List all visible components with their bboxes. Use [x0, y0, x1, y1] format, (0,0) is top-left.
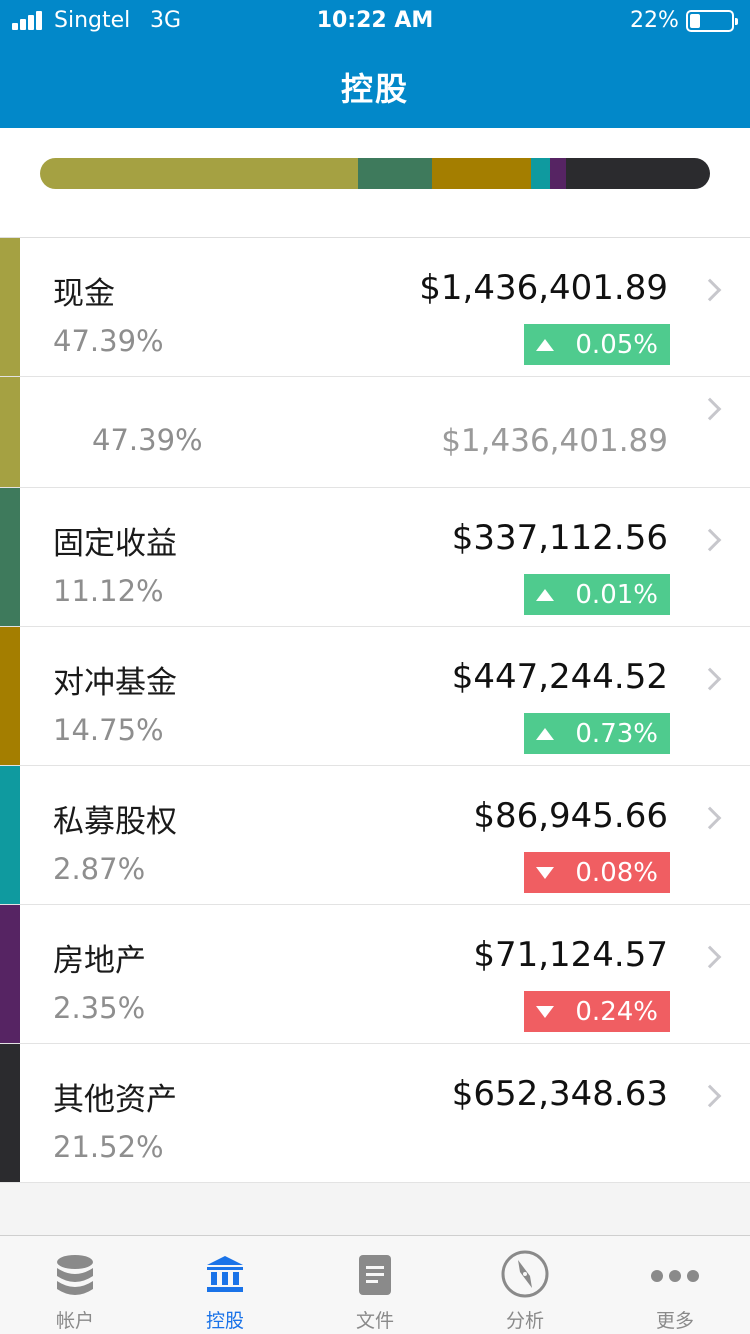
tab-bar: 帐户 控股 文件 分析 更多: [0, 1235, 750, 1334]
document-icon: [358, 1254, 392, 1300]
holding-amount: $1,436,401.89: [441, 423, 668, 459]
database-icon: [55, 1254, 95, 1302]
holding-percent: 2.87%: [53, 852, 146, 886]
holding-percent: 47.39%: [53, 324, 164, 358]
holding-name: 现金: [53, 276, 115, 312]
tab-compass[interactable]: 分析: [450, 1236, 600, 1334]
category-color-stripe: [0, 905, 20, 1043]
tab-label: 控股: [205, 1310, 244, 1332]
page-title: 控股: [340, 70, 409, 108]
triangle-up-icon: [536, 338, 554, 351]
app-header: Singtel 3G 10:22 AM 22% 控股: [0, 0, 750, 128]
holding-row[interactable]: 固定收益 11.12% $337,112.56 0.01%: [0, 488, 750, 627]
change-badge: 0.01%: [524, 574, 670, 615]
holding-amount: $1,436,401.89: [419, 268, 668, 308]
holding-amount: $71,124.57: [473, 935, 668, 975]
allocation-segment: [565, 158, 710, 189]
chevron-right-icon: [698, 528, 722, 552]
holding-row[interactable]: 现金 47.39% $1,436,401.89 0.05%: [0, 238, 750, 377]
holding-amount: $86,945.66: [473, 796, 668, 836]
holding-sub-row[interactable]: 47.39% $1,436,401.89: [0, 377, 750, 488]
category-color-stripe: [0, 627, 20, 765]
holding-row[interactable]: 其他资产 21.52% $652,348.63: [0, 1044, 750, 1183]
chevron-right-icon: [698, 1084, 722, 1108]
holding-percent: 14.75%: [53, 713, 164, 747]
allocation-section: [0, 128, 750, 238]
chevron-right-icon: [698, 667, 722, 691]
category-color-stripe: [0, 377, 20, 487]
change-value: 0.08%: [575, 857, 658, 888]
holding-row[interactable]: 私募股权 2.87% $86,945.66 0.08%: [0, 766, 750, 905]
allocation-bar: [40, 158, 710, 189]
holding-amount: $652,348.63: [451, 1074, 668, 1114]
holding-name: 对冲基金: [53, 665, 177, 701]
holding-percent: 21.52%: [53, 1130, 164, 1164]
change-badge: 0.08%: [524, 852, 670, 893]
triangle-up-icon: [536, 727, 554, 740]
holding-name: 其他资产: [53, 1082, 177, 1118]
change-value: 0.24%: [575, 996, 658, 1027]
change-value: 0.01%: [575, 579, 658, 610]
holding-name: 固定收益: [53, 526, 177, 562]
compass-icon: [501, 1250, 549, 1302]
change-badge: 0.73%: [524, 713, 670, 754]
holding-percent: 47.39%: [92, 423, 203, 457]
holding-name: 房地产: [53, 943, 146, 979]
triangle-down-icon: [536, 1005, 554, 1018]
allocation-segment: [40, 158, 358, 189]
holding-amount: $447,244.52: [451, 657, 668, 697]
category-color-stripe: [0, 766, 20, 904]
holdings-list: 现金 47.39% $1,436,401.89 0.05% 47.39% $1,436…: [0, 238, 750, 1183]
chevron-right-icon: [698, 278, 722, 302]
triangle-up-icon: [536, 588, 554, 601]
category-color-stripe: [0, 238, 20, 376]
holding-row[interactable]: 对冲基金 14.75% $447,244.52 0.73%: [0, 627, 750, 766]
allocation-segment: [550, 158, 566, 189]
allocation-segment: [530, 158, 551, 189]
bank-icon: [205, 1254, 245, 1298]
tab-label: 文件: [355, 1310, 394, 1332]
holding-amount: $337,112.56: [451, 518, 668, 558]
change-value: 0.73%: [575, 718, 658, 749]
more-icon: [650, 1268, 700, 1287]
tab-label: 帐户: [55, 1310, 94, 1332]
tab-label: 分析: [505, 1310, 544, 1332]
tab-label: 更多: [655, 1310, 694, 1332]
chevron-right-icon: [698, 397, 722, 421]
battery-percent: 22%: [630, 8, 679, 33]
category-color-stripe: [0, 1044, 20, 1182]
holding-row[interactable]: 房地产 2.35% $71,124.57 0.24%: [0, 905, 750, 1044]
chevron-right-icon: [698, 806, 722, 830]
tab-database[interactable]: 帐户: [0, 1236, 150, 1334]
holding-percent: 2.35%: [53, 991, 146, 1025]
allocation-segment: [432, 158, 531, 189]
triangle-down-icon: [536, 866, 554, 879]
tab-document[interactable]: 文件: [300, 1236, 450, 1334]
change-value: 0.05%: [575, 329, 658, 360]
tab-more[interactable]: 更多: [600, 1236, 750, 1334]
change-badge: 0.24%: [524, 991, 670, 1032]
category-color-stripe: [0, 488, 20, 626]
holding-name: 私募股权: [53, 804, 177, 840]
change-badge: 0.05%: [524, 324, 670, 365]
holding-percent: 11.12%: [53, 574, 164, 608]
battery-icon: [686, 10, 738, 32]
tab-bank[interactable]: 控股: [150, 1236, 300, 1334]
chevron-right-icon: [698, 945, 722, 969]
allocation-segment: [357, 158, 432, 189]
status-bar: Singtel 3G 10:22 AM 22%: [0, 0, 750, 40]
